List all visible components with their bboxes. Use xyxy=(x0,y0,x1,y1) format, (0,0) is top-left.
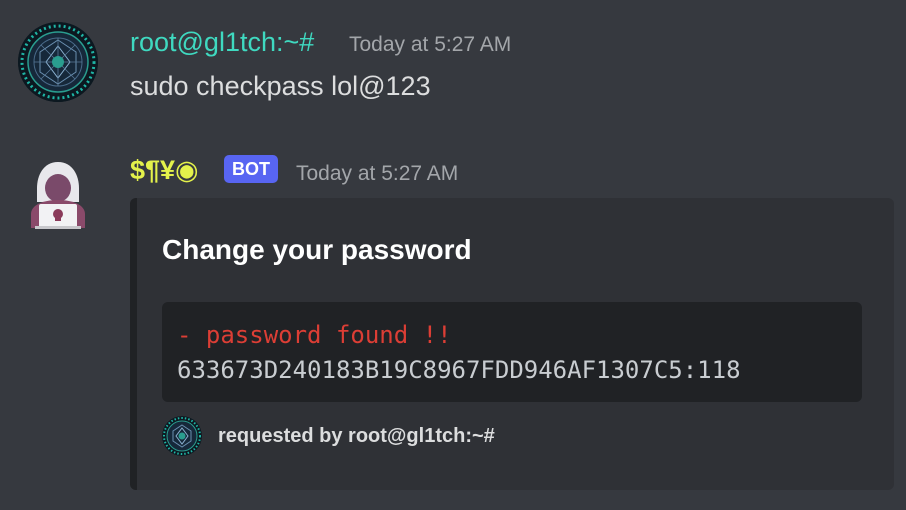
message-content: sudo checkpass lol@123 xyxy=(130,71,431,101)
timestamp[interactable]: Today at 5:27 AM xyxy=(349,33,511,57)
code-line-diff: - password found !! xyxy=(177,321,452,349)
footer-avatar xyxy=(162,416,202,456)
bot-username[interactable]: $¶¥◉ xyxy=(130,154,199,186)
embed: Change your password - password found !!… xyxy=(130,198,894,490)
embed-accent-bar xyxy=(130,198,137,490)
timestamp[interactable]: Today at 5:27 AM xyxy=(296,162,458,186)
mandala-avatar-icon xyxy=(162,416,202,456)
username[interactable]: root@gl1tch:~# xyxy=(130,26,314,58)
code-line-hash: 633673D240183B19C8967FDD946AF1307C5:118 xyxy=(177,356,741,384)
mandala-avatar-icon xyxy=(18,22,98,102)
message-1: root@gl1tch:~# Today at 5:27 AM sudo che… xyxy=(0,0,906,130)
embed-footer: requested by root@gl1tch:~# xyxy=(162,416,862,456)
bot-avatar[interactable] xyxy=(25,158,91,230)
embed-title: Change your password xyxy=(162,234,472,265)
hooded-hacker-avatar-icon xyxy=(31,162,85,229)
code-block: - password found !! 633673D240183B19C896… xyxy=(162,302,862,402)
user-avatar[interactable] xyxy=(18,22,98,102)
bot-badge: BOT xyxy=(224,155,278,183)
embed-footer-text: requested by root@gl1tch:~# xyxy=(218,425,495,447)
